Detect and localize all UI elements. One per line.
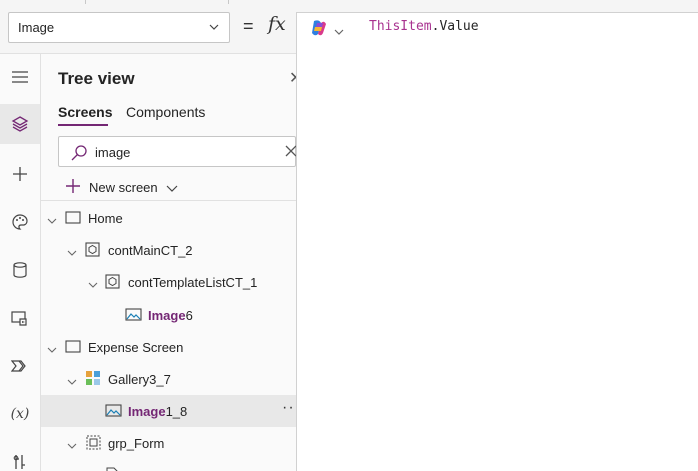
formula-editor[interactable]: ThisItem.Value — [296, 12, 698, 471]
more-options-icon[interactable]: ··· — [282, 399, 296, 417]
property-value: Image — [18, 20, 55, 35]
tab-screens[interactable]: Screens — [58, 104, 112, 120]
node-label: Expense Screen — [88, 340, 184, 355]
tools-icon[interactable] — [0, 442, 40, 471]
formula-text: ThisItem.Value — [369, 19, 479, 34]
component-icon — [105, 467, 119, 471]
chevron-down-icon[interactable] — [67, 374, 77, 389]
active-tab-indicator — [58, 124, 108, 126]
formula-keyword: ThisItem — [369, 19, 432, 34]
copilot-chevron-icon[interactable] — [334, 23, 344, 41]
tree-node-image1-8[interactable]: Image1_8 ··· — [41, 395, 296, 427]
divider — [41, 200, 296, 201]
fx-icon[interactable]: fx — [268, 13, 286, 35]
close-icon[interactable]: ✕ — [289, 68, 296, 88]
tree-view-icon[interactable] — [0, 104, 40, 144]
hamburger-icon[interactable] — [0, 57, 40, 97]
panel-title: Tree view — [58, 69, 135, 88]
tree-view-panel: Tree view ✕ Screens Components image New… — [41, 54, 296, 471]
top-strip — [0, 0, 698, 6]
chevron-down-icon[interactable] — [88, 277, 98, 292]
search-highlight: Image — [128, 404, 166, 419]
container-icon — [85, 242, 100, 260]
chevron-down-icon[interactable] — [67, 245, 77, 260]
new-screen-button[interactable]: New screen — [65, 176, 178, 198]
node-label: grp_Form — [108, 436, 165, 451]
container-icon — [105, 274, 120, 292]
plus-icon — [65, 178, 81, 197]
screen-icon — [65, 340, 81, 356]
search-icon — [70, 144, 88, 167]
property-dropdown[interactable]: Image — [8, 12, 230, 43]
equals-sign: = — [243, 16, 254, 36]
search-input[interactable]: image — [58, 136, 296, 167]
tree-node-grp-form[interactable]: grp_Form — [41, 427, 296, 459]
power-automate-icon[interactable] — [0, 346, 40, 386]
insert-icon[interactable] — [0, 154, 40, 194]
media-icon[interactable] — [0, 298, 40, 338]
tree-node-home[interactable]: Home — [41, 202, 296, 234]
left-rail: (x) — [0, 54, 41, 471]
data-icon[interactable] — [0, 250, 40, 290]
chevron-down-icon[interactable] — [67, 438, 77, 453]
formula-member: Value — [439, 19, 479, 34]
search-value: image — [95, 145, 131, 160]
image-icon — [125, 308, 142, 324]
clear-search-icon[interactable] — [284, 144, 296, 163]
chevron-down-icon — [166, 180, 178, 195]
node-label: Gallery3_7 — [108, 372, 171, 387]
variables-icon[interactable]: (x) — [0, 394, 40, 434]
tree-node-conttemplatelistct-1[interactable]: contTemplateListCT_1 — [41, 266, 296, 298]
tab-components[interactable]: Components — [126, 104, 205, 120]
node-label: contTemplateListCT_1 — [128, 275, 258, 290]
tree-node-gallery3-7[interactable]: Gallery3_7 — [41, 363, 296, 395]
node-label-suffix: 1_8 — [165, 404, 188, 419]
new-screen-label: New screen — [89, 179, 158, 195]
gallery-icon — [85, 370, 101, 389]
node-label-suffix: 6 — [185, 308, 193, 323]
search-highlight: Image — [148, 308, 186, 323]
theme-icon[interactable] — [0, 202, 40, 242]
chevron-down-icon[interactable] — [47, 342, 57, 357]
tree-node-image6[interactable]: Image6 — [41, 299, 296, 331]
tree-node-partial[interactable] — [41, 459, 296, 471]
group-icon — [85, 434, 102, 454]
node-label: Home — [88, 211, 123, 226]
screen-icon — [65, 211, 81, 227]
copilot-icon[interactable] — [309, 18, 329, 38]
tree-node-expense-screen[interactable]: Expense Screen — [41, 331, 296, 363]
image-icon — [105, 404, 122, 420]
chevron-down-icon — [208, 21, 220, 36]
node-label: contMainCT_2 — [108, 243, 193, 258]
node-label: Image1_8 — [128, 404, 187, 419]
chevron-down-icon[interactable] — [47, 213, 57, 228]
tree-node-contmainct-2[interactable]: contMainCT_2 — [41, 234, 296, 266]
node-label: Image6 — [148, 308, 193, 323]
